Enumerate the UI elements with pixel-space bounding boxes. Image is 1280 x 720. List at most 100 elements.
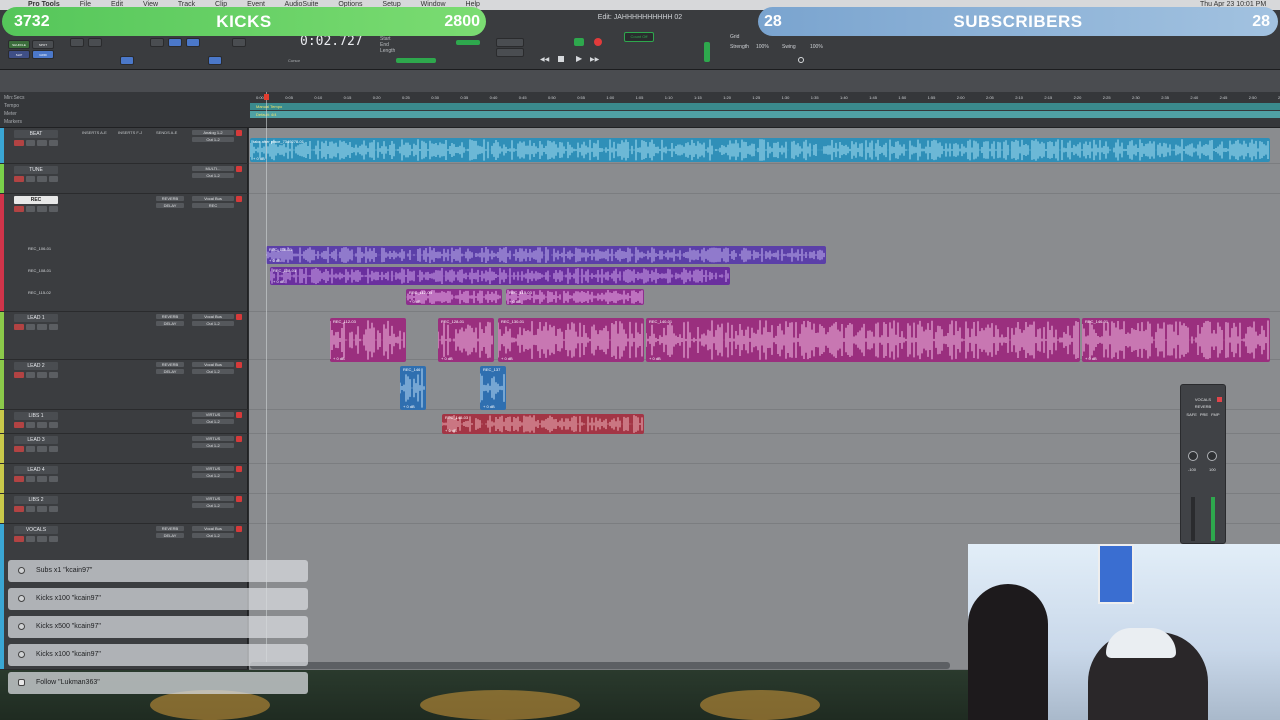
plugin-fmp-button[interactable]: FMP	[1211, 412, 1219, 417]
input-selector[interactable]: Vocal Bus	[192, 196, 234, 201]
solo-button[interactable]	[37, 536, 47, 542]
input-selector[interactable]: VIRTUS	[192, 496, 234, 501]
record-enable-button[interactable]	[14, 446, 24, 452]
transport-stop-button[interactable]	[558, 56, 564, 62]
track-name[interactable]: LEAD 3	[14, 436, 58, 444]
track-header[interactable]: LEAD 4 VIRTUS Out 1-2	[0, 464, 248, 494]
output-selector[interactable]: Out 1-2	[192, 173, 234, 178]
audio-clip[interactable]: REC_112-03 + 0 dB	[330, 318, 406, 362]
send-slot-2[interactable]: DELAY	[156, 369, 184, 374]
input-monitor-button[interactable]	[25, 206, 35, 212]
send-slot-1[interactable]: REVERB	[156, 362, 184, 367]
track-record-icon[interactable]	[236, 166, 242, 172]
mute-button[interactable]	[48, 476, 58, 482]
audio-clip[interactable]: REC_115-03 + 0 dB	[506, 289, 644, 305]
audio-clip[interactable]: REC_137 + 0 dB	[480, 366, 506, 410]
mute-button[interactable]	[48, 176, 58, 182]
plugin-value-left[interactable]: -100	[1188, 467, 1196, 472]
input-selector[interactable]: VIRTUS	[192, 412, 234, 417]
solo-button[interactable]	[37, 422, 47, 428]
transport-rewind-button[interactable]: ◀◀	[540, 56, 550, 63]
input-monitor-button[interactable]	[25, 506, 35, 512]
send-slot-2[interactable]: DELAY	[156, 321, 184, 326]
input-selector[interactable]: VIRTUS	[192, 466, 234, 471]
track-record-icon[interactable]	[236, 412, 242, 418]
input-monitor-button[interactable]	[25, 476, 35, 482]
mode-grid-button[interactable]: GRID	[32, 50, 54, 59]
grid-indicator[interactable]	[456, 40, 480, 45]
input-selector[interactable]: Analog 1-2	[192, 130, 234, 135]
mute-button[interactable]	[48, 372, 58, 378]
track-record-icon[interactable]	[236, 362, 242, 368]
record-enable-button[interactable]	[14, 372, 24, 378]
audio-clip[interactable]: REC_146-01 + 0 dB	[1082, 318, 1270, 362]
send-slot-1[interactable]: REVERB	[156, 196, 184, 201]
solo-button[interactable]	[37, 324, 47, 330]
track-name[interactable]: LIBS 2	[14, 496, 58, 504]
nudge-value[interactable]	[496, 38, 524, 47]
track-lane[interactable]	[249, 164, 1280, 194]
plugin-pre-button[interactable]: PRE	[1200, 412, 1208, 417]
audio-clip[interactable]: REC_128-01 + 0 dB	[438, 318, 494, 362]
settings-gear-icon[interactable]	[798, 57, 804, 63]
main-counter[interactable]: 0:02.727	[300, 34, 363, 49]
transport-ff-button[interactable]: ▶▶	[590, 56, 599, 63]
input-selector[interactable]: Vocal Bus	[192, 314, 234, 319]
track-record-icon[interactable]	[236, 496, 242, 502]
input-selector[interactable]: Vocal Bus	[192, 526, 234, 531]
track-lane[interactable]	[249, 464, 1280, 494]
track-record-icon[interactable]	[236, 436, 242, 442]
track-record-icon[interactable]	[236, 466, 242, 472]
solo-button[interactable]	[37, 140, 47, 146]
track-header[interactable]: BEAT Analog 1-2 Out 1-2	[0, 128, 248, 164]
send-slot-2[interactable]: DELAY	[156, 203, 184, 208]
mute-button[interactable]	[48, 324, 58, 330]
record-enable-button[interactable]	[14, 324, 24, 330]
audio-clip[interactable]: REC_140-01 + 0 dB	[646, 318, 1080, 362]
track-record-icon[interactable]	[236, 314, 242, 320]
input-monitor-button[interactable]	[25, 422, 35, 428]
audio-clip[interactable]: REC_112-03 + 0 dB	[406, 289, 502, 305]
strength-value[interactable]: 100%	[756, 44, 769, 50]
mute-button[interactable]	[48, 446, 58, 452]
playhead-marker[interactable]	[264, 94, 269, 100]
playlist-lane-name[interactable]: REC_106-01	[28, 246, 51, 251]
mute-button[interactable]	[48, 206, 58, 212]
output-selector[interactable]: Out 1-2	[192, 503, 234, 508]
output-selector[interactable]: Out 1-2	[192, 321, 234, 326]
zoom-button-2[interactable]	[88, 38, 102, 47]
track-record-icon[interactable]	[236, 196, 242, 202]
transport-record-button[interactable]	[594, 38, 602, 46]
output-selector[interactable]: Out 1-2	[192, 443, 234, 448]
audio-clip[interactable]: REC_106-01 + 0 dB	[266, 246, 826, 264]
zoom-button-1[interactable]	[70, 38, 84, 47]
solo-button[interactable]	[37, 176, 47, 182]
track-record-icon[interactable]	[236, 130, 242, 136]
output-selector[interactable]: Out 1-2	[192, 137, 234, 142]
mute-button[interactable]	[48, 506, 58, 512]
output-selector[interactable]: Out 1-2	[192, 419, 234, 424]
record-enable-button[interactable]	[14, 422, 24, 428]
plugin-knob-right[interactable]	[1207, 451, 1217, 461]
tempo-ruler-lane[interactable]: Manual Tempo	[250, 103, 1280, 110]
track-name[interactable]: REC	[14, 196, 58, 204]
record-enable-button[interactable]	[14, 506, 24, 512]
mute-button[interactable]	[48, 422, 58, 428]
track-header[interactable]: LEAD 2 REVERB DELAY Vocal Bus Out 1-2	[0, 360, 248, 410]
track-header[interactable]: LIBS 1 VIRTUS Out 1-2	[0, 410, 248, 434]
track-header[interactable]: LEAD 1 REVERB DELAY Vocal Bus Out 1-2	[0, 312, 248, 360]
solo-button[interactable]	[37, 446, 47, 452]
input-monitor-button[interactable]	[25, 536, 35, 542]
input-monitor-button[interactable]	[25, 446, 35, 452]
selector-tool[interactable]	[168, 38, 182, 47]
track-lane[interactable]	[249, 434, 1280, 464]
input-monitor-button[interactable]	[25, 372, 35, 378]
smart-tool[interactable]	[120, 56, 134, 65]
snap-button[interactable]	[208, 56, 222, 65]
count-off-indicator[interactable]: Count Off	[624, 32, 654, 42]
transport-play-button[interactable]: ▶	[576, 54, 582, 63]
record-enable-button[interactable]	[14, 206, 24, 212]
grabber-tool[interactable]	[186, 38, 200, 47]
record-enable-button[interactable]	[14, 176, 24, 182]
solo-button[interactable]	[37, 372, 47, 378]
